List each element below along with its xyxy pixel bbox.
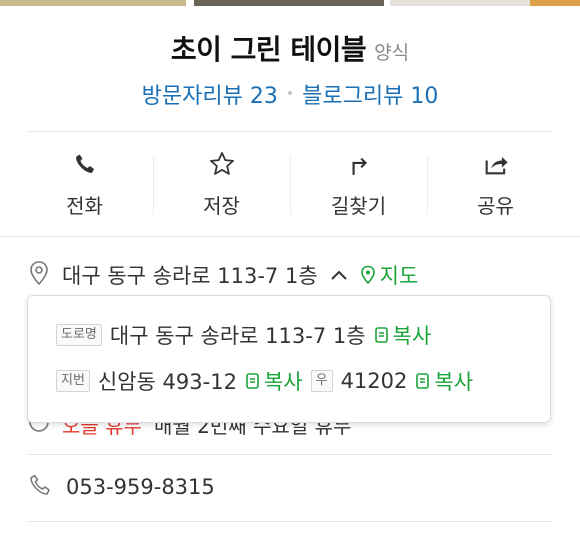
phone-icon	[28, 473, 52, 502]
share-icon	[482, 150, 510, 178]
place-name: 초이 그린 테이블	[170, 33, 367, 66]
copy-road-address-button[interactable]: 복사	[374, 320, 432, 350]
copy-label: 복사	[263, 370, 303, 394]
share-button[interactable]: 공유	[427, 140, 564, 230]
directions-label: 길찾기	[330, 194, 387, 218]
road-address-row: 도로명 대구 동구 송라로 113-7 1층 복사	[56, 320, 431, 350]
map-pin-icon	[360, 265, 375, 285]
copy-zip-code-button[interactable]: 복사	[415, 366, 473, 396]
map-link-label: 지도	[379, 264, 419, 288]
review-summary: 방문자리뷰 23 • 블로그리뷰 10	[0, 78, 580, 110]
blog-review-label: 블로그리뷰	[302, 84, 404, 109]
place-header: 초이 그린 테이블 양식 방문자리뷰 23 • 블로그리뷰 10	[0, 28, 580, 110]
divider	[28, 131, 552, 132]
copy-icon	[374, 327, 388, 343]
address-text: 대구 동구 송라로 113-7 1층	[62, 264, 318, 288]
map-link[interactable]: 지도	[360, 260, 419, 290]
directions-icon	[345, 150, 373, 178]
photo-strip[interactable]	[0, 0, 580, 6]
separator-dot: •	[285, 86, 295, 102]
action-bar: 전화 저장 길찾기 공유	[16, 140, 564, 230]
divider	[0, 236, 580, 237]
call-label: 전화	[66, 194, 103, 218]
road-address-text: 대구 동구 송라로 113-7 1층	[109, 324, 366, 348]
blog-review-link[interactable]: 블로그리뷰 10	[302, 78, 438, 110]
address-detail-popup: 도로명 대구 동구 송라로 113-7 1층 복사 지번 신암동 493-12 …	[27, 295, 551, 423]
photo-thumb[interactable]	[0, 0, 186, 6]
phone-icon	[71, 150, 99, 178]
call-button[interactable]: 전화	[16, 140, 153, 230]
copy-lot-address-button[interactable]: 복사	[245, 366, 303, 396]
zip-code-text: 41202	[340, 369, 408, 393]
copy-label: 복사	[434, 370, 474, 394]
visitor-review-count: 23	[249, 84, 278, 109]
copy-label: 복사	[392, 324, 432, 348]
collapse-address-button[interactable]	[330, 268, 348, 282]
zip-code-tag: 우	[310, 370, 333, 392]
lot-address-tag: 지번	[56, 370, 90, 392]
photo-thumb[interactable]	[194, 0, 384, 6]
copy-icon	[246, 373, 259, 389]
address-row: 대구 동구 송라로 113-7 1층 지도	[28, 258, 418, 292]
photo-thumb[interactable]	[390, 0, 530, 6]
road-address-tag: 도로명	[56, 324, 102, 346]
place-category: 양식	[374, 42, 410, 64]
save-button[interactable]: 저장	[153, 140, 290, 230]
copy-icon	[416, 373, 430, 389]
star-icon	[208, 150, 236, 178]
visitor-review-link[interactable]: 방문자리뷰 23	[142, 78, 278, 110]
visitor-review-label: 방문자리뷰	[141, 84, 243, 109]
location-pin-icon	[28, 260, 50, 291]
phone-row[interactable]: 053-959-8315	[28, 470, 215, 504]
photo-thumb[interactable]	[530, 0, 580, 6]
directions-button[interactable]: 길찾기	[290, 140, 427, 230]
blog-review-count: 10	[410, 84, 439, 109]
photo-gap	[186, 0, 194, 6]
divider	[28, 521, 552, 522]
phone-number[interactable]: 053-959-8315	[66, 475, 215, 499]
divider	[28, 454, 552, 455]
chevron-up-icon	[330, 270, 347, 280]
lot-address-text: 신암동 493-12	[97, 370, 237, 394]
lot-address-row: 지번 신암동 493-12 복사 우 41202 복사	[56, 366, 473, 396]
share-label: 공유	[477, 194, 514, 218]
save-label: 저장	[203, 194, 240, 218]
